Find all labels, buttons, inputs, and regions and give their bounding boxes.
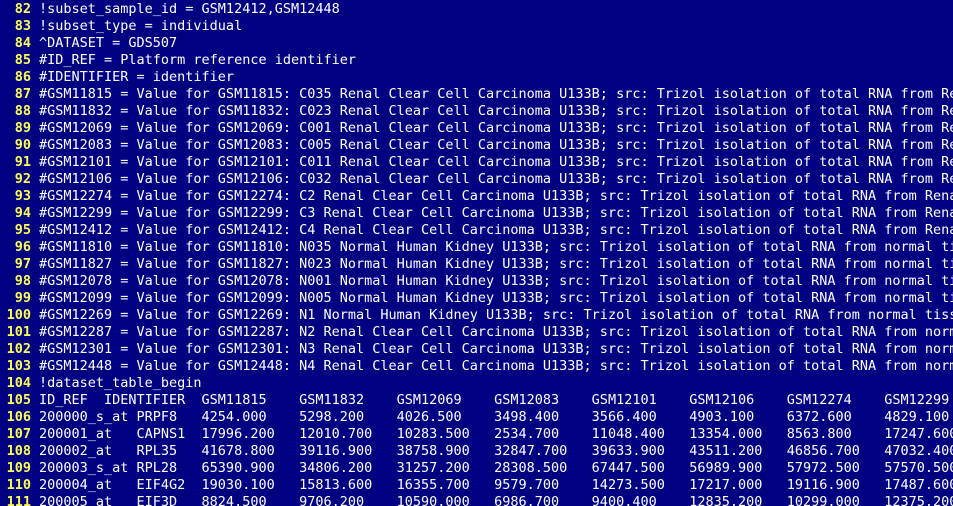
line-text[interactable]: 200001_at CAPNS1 17996.200 12010.700 102… — [39, 426, 953, 443]
editor-line: 102 #GSM12301 = Value for GSM12301: N3 Re… — [0, 341, 953, 358]
editor-line: 110 200004_at EIF4G2 19030.100 15813.600 … — [0, 477, 953, 494]
editor-line: 107 200001_at CAPNS1 17996.200 12010.700 … — [0, 426, 953, 443]
line-text[interactable]: ^DATASET = GDS507 — [39, 35, 177, 52]
line-text[interactable]: 200004_at EIF4G2 19030.100 15813.600 163… — [39, 477, 953, 494]
editor-line: 97 #GSM11827 = Value for GSM11827: N023 N… — [0, 256, 953, 273]
editor-line: 91 #GSM12101 = Value for GSM12101: C011 R… — [0, 154, 953, 171]
editor-line: 111 200005_at EIF3D 8824.500 9706.200 105… — [0, 494, 953, 506]
line-number: 83 — [14, 18, 31, 34]
line-number: 104 — [6, 375, 31, 391]
line-text[interactable]: #GSM12287 = Value for GSM12287: N2 Renal… — [39, 324, 953, 341]
line-number: 93 — [14, 188, 31, 204]
line-text[interactable]: ID_REF IDENTIFIER GSM11815 GSM11832 GSM1… — [39, 392, 949, 409]
line-text[interactable]: #GSM11810 = Value for GSM11810: N035 Nor… — [39, 239, 953, 256]
line-number: 100 — [6, 307, 31, 323]
editor-line: 90 #GSM12083 = Value for GSM12083: C005 R… — [0, 137, 953, 154]
editor-line: 88 #GSM11832 = Value for GSM11832: C023 R… — [0, 103, 953, 120]
line-number: 87 — [14, 86, 31, 102]
line-text[interactable]: #GSM12299 = Value for GSM12299: C3 Renal… — [39, 205, 953, 222]
line-number: 110 — [6, 477, 31, 493]
editor-line: 89 #GSM12069 = Value for GSM12069: C001 R… — [0, 120, 953, 137]
text-editor-view[interactable]: 82 !subset_sample_id = GSM12412,GSM12448 … — [0, 0, 953, 506]
editor-line: 93 #GSM12274 = Value for GSM12274: C2 Ren… — [0, 188, 953, 205]
line-text[interactable]: !subset_type = individual — [39, 18, 242, 35]
line-text[interactable]: !subset_sample_id = GSM12412,GSM12448 — [39, 1, 340, 18]
line-number: 102 — [6, 341, 31, 357]
line-text[interactable]: #GSM12301 = Value for GSM12301: N3 Renal… — [39, 341, 953, 358]
editor-line: 84 ^DATASET = GDS507 — [0, 35, 953, 52]
line-number: 105 — [6, 392, 31, 408]
editor-line: 87 #GSM11815 = Value for GSM11815: C035 R… — [0, 86, 953, 103]
line-text[interactable]: 200000_s_at PRPF8 4254.000 5298.200 4026… — [39, 409, 949, 426]
line-text[interactable]: #GSM12099 = Value for GSM12099: N005 Nor… — [39, 290, 953, 307]
line-number: 88 — [14, 103, 31, 119]
line-number: 82 — [14, 1, 31, 17]
line-text[interactable]: #GSM12274 = Value for GSM12274: C2 Renal… — [39, 188, 953, 205]
line-number: 111 — [6, 494, 31, 506]
editor-line: 105 ID_REF IDENTIFIER GSM11815 GSM11832 G… — [0, 392, 953, 409]
line-text[interactable]: #ID_REF = Platform reference identifier — [39, 52, 356, 69]
editor-line: 83 !subset_type = individual — [0, 18, 953, 35]
editor-line: 85 #ID_REF = Platform reference identifie… — [0, 52, 953, 69]
line-number: 98 — [14, 273, 31, 289]
line-number: 107 — [6, 426, 31, 442]
line-number: 99 — [14, 290, 31, 306]
line-number: 86 — [14, 69, 31, 85]
editor-line: 94 #GSM12299 = Value for GSM12299: C3 Ren… — [0, 205, 953, 222]
line-text[interactable]: #GSM11827 = Value for GSM11827: N023 Nor… — [39, 256, 953, 273]
editor-line: 103 #GSM12448 = Value for GSM12448: N4 Re… — [0, 358, 953, 375]
line-text[interactable]: #GSM12078 = Value for GSM12078: N001 Nor… — [39, 273, 953, 290]
line-text[interactable]: #GSM11815 = Value for GSM11815: C035 Ren… — [39, 86, 953, 103]
line-text[interactable]: !dataset_table_begin — [39, 375, 202, 392]
editor-line: 82 !subset_sample_id = GSM12412,GSM12448 — [0, 1, 953, 18]
line-number: 95 — [14, 222, 31, 238]
editor-line: 86 #IDENTIFIER = identifier — [0, 69, 953, 86]
line-number: 92 — [14, 171, 31, 187]
line-text[interactable]: 200003_s_at RPL28 65390.900 34806.200 31… — [39, 460, 953, 477]
editor-line: 106 200000_s_at PRPF8 4254.000 5298.200 4… — [0, 409, 953, 426]
editor-line: 100 #GSM12269 = Value for GSM12269: N1 No… — [0, 307, 953, 324]
line-number: 84 — [14, 35, 31, 51]
line-number: 106 — [6, 409, 31, 425]
line-number: 85 — [14, 52, 31, 68]
line-number: 89 — [14, 120, 31, 136]
editor-line: 101 #GSM12287 = Value for GSM12287: N2 Re… — [0, 324, 953, 341]
line-number: 109 — [6, 460, 31, 476]
line-number: 101 — [6, 324, 31, 340]
editor-line: 109 200003_s_at RPL28 65390.900 34806.200… — [0, 460, 953, 477]
line-text[interactable]: #GSM12106 = Value for GSM12106: C032 Ren… — [39, 171, 953, 188]
line-text[interactable]: #GSM12069 = Value for GSM12069: C001 Ren… — [39, 120, 953, 137]
line-number: 103 — [6, 358, 31, 374]
editor-line: 98 #GSM12078 = Value for GSM12078: N001 N… — [0, 273, 953, 290]
line-text[interactable]: #GSM12101 = Value for GSM12101: C011 Ren… — [39, 154, 953, 171]
editor-line: 99 #GSM12099 = Value for GSM12099: N005 N… — [0, 290, 953, 307]
line-text[interactable]: 200002_at RPL35 41678.800 39116.900 3875… — [39, 443, 953, 460]
editor-line: 104 !dataset_table_begin — [0, 375, 953, 392]
editor-line: 92 #GSM12106 = Value for GSM12106: C032 R… — [0, 171, 953, 188]
line-text[interactable]: #IDENTIFIER = identifier — [39, 69, 234, 86]
line-text[interactable]: #GSM12269 = Value for GSM12269: N1 Norma… — [39, 307, 953, 324]
line-text[interactable]: #GSM12083 = Value for GSM12083: C005 Ren… — [39, 137, 953, 154]
line-text[interactable]: 200005_at EIF3D 8824.500 9706.200 10590.… — [39, 494, 953, 506]
line-number: 91 — [14, 154, 31, 170]
line-number: 94 — [14, 205, 31, 221]
line-text[interactable]: #GSM12412 = Value for GSM12412: C4 Renal… — [39, 222, 953, 239]
line-number: 108 — [6, 443, 31, 459]
line-number: 97 — [14, 256, 31, 272]
editor-line: 95 #GSM12412 = Value for GSM12412: C4 Ren… — [0, 222, 953, 239]
line-text[interactable]: #GSM11832 = Value for GSM11832: C023 Ren… — [39, 103, 953, 120]
line-number: 90 — [14, 137, 31, 153]
line-number: 96 — [14, 239, 31, 255]
editor-line: 96 #GSM11810 = Value for GSM11810: N035 N… — [0, 239, 953, 256]
editor-line: 108 200002_at RPL35 41678.800 39116.900 3… — [0, 443, 953, 460]
line-text[interactable]: #GSM12448 = Value for GSM12448: N4 Renal… — [39, 358, 953, 375]
